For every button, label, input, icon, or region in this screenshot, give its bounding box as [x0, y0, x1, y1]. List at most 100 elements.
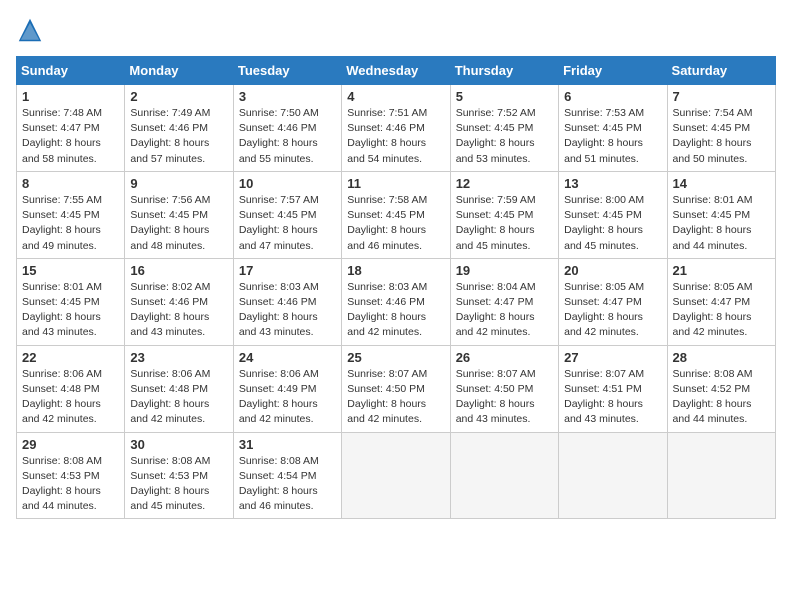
day-number: 25: [347, 350, 444, 365]
day-number: 26: [456, 350, 553, 365]
col-header-wednesday: Wednesday: [342, 57, 450, 85]
day-number: 24: [239, 350, 336, 365]
calendar-cell: 17 Sunrise: 8:03 AMSunset: 4:46 PMDayligh…: [233, 258, 341, 345]
day-number: 12: [456, 176, 553, 191]
calendar-cell: 26 Sunrise: 8:07 AMSunset: 4:50 PMDayligh…: [450, 345, 558, 432]
calendar-cell: [559, 432, 667, 519]
day-number: 14: [673, 176, 770, 191]
calendar-cell: 25 Sunrise: 8:07 AMSunset: 4:50 PMDayligh…: [342, 345, 450, 432]
cell-info: Sunrise: 8:07 AMSunset: 4:51 PMDaylight:…: [564, 367, 661, 428]
day-number: 8: [22, 176, 119, 191]
cell-info: Sunrise: 7:59 AMSunset: 4:45 PMDaylight:…: [456, 193, 553, 254]
week-row-5: 29 Sunrise: 8:08 AMSunset: 4:53 PMDayligh…: [17, 432, 776, 519]
calendar-cell: 9Sunrise: 7:56 AMSunset: 4:45 PMDaylight…: [125, 171, 233, 258]
calendar-cell: 31 Sunrise: 8:08 AMSunset: 4:54 PMDayligh…: [233, 432, 341, 519]
day-number: 29: [22, 437, 119, 452]
cell-info: Sunrise: 7:55 AMSunset: 4:45 PMDaylight:…: [22, 193, 119, 254]
calendar-table: SundayMondayTuesdayWednesdayThursdayFrid…: [16, 56, 776, 519]
cell-info: Sunrise: 8:04 AMSunset: 4:47 PMDaylight:…: [456, 280, 553, 341]
day-number: 23: [130, 350, 227, 365]
day-number: 10: [239, 176, 336, 191]
calendar-cell: 11 Sunrise: 7:58 AMSunset: 4:45 PMDayligh…: [342, 171, 450, 258]
day-number: 30: [130, 437, 227, 452]
cell-info: Sunrise: 7:56 AMSunset: 4:45 PMDaylight:…: [130, 193, 227, 254]
calendar-cell: 1 Sunrise: 7:48 AMSunset: 4:47 PMDaylight…: [17, 85, 125, 172]
cell-info: Sunrise: 7:49 AMSunset: 4:46 PMDaylight:…: [130, 106, 227, 167]
calendar-cell: 3 Sunrise: 7:50 AMSunset: 4:46 PMDaylight…: [233, 85, 341, 172]
logo: [16, 16, 48, 44]
calendar-cell: 22 Sunrise: 8:06 AMSunset: 4:48 PMDayligh…: [17, 345, 125, 432]
calendar-cell: [342, 432, 450, 519]
day-number: 16: [130, 263, 227, 278]
cell-info: Sunrise: 8:03 AMSunset: 4:46 PMDaylight:…: [239, 280, 336, 341]
cell-info: Sunrise: 7:54 AMSunset: 4:45 PMDaylight:…: [673, 106, 770, 167]
col-header-sunday: Sunday: [17, 57, 125, 85]
day-number: 22: [22, 350, 119, 365]
cell-info: Sunrise: 8:07 AMSunset: 4:50 PMDaylight:…: [456, 367, 553, 428]
week-row-1: 1 Sunrise: 7:48 AMSunset: 4:47 PMDaylight…: [17, 85, 776, 172]
calendar-cell: 8 Sunrise: 7:55 AMSunset: 4:45 PMDaylight…: [17, 171, 125, 258]
day-number: 27: [564, 350, 661, 365]
calendar-cell: 21 Sunrise: 8:05 AMSunset: 4:47 PMDayligh…: [667, 258, 775, 345]
cell-info: Sunrise: 8:00 AMSunset: 4:45 PMDaylight:…: [564, 193, 661, 254]
day-number: 28: [673, 350, 770, 365]
calendar-cell: 4Sunrise: 7:51 AMSunset: 4:46 PMDaylight…: [342, 85, 450, 172]
cell-info: Sunrise: 7:57 AMSunset: 4:45 PMDaylight:…: [239, 193, 336, 254]
calendar-cell: 28Sunrise: 8:08 AMSunset: 4:52 PMDayligh…: [667, 345, 775, 432]
cell-info: Sunrise: 7:53 AMSunset: 4:45 PMDaylight:…: [564, 106, 661, 167]
calendar-cell: 2 Sunrise: 7:49 AMSunset: 4:46 PMDaylight…: [125, 85, 233, 172]
day-number: 2: [130, 89, 227, 104]
calendar-cell: [450, 432, 558, 519]
cell-info: Sunrise: 8:02 AMSunset: 4:46 PMDaylight:…: [130, 280, 227, 341]
calendar-cell: 18Sunrise: 8:03 AMSunset: 4:46 PMDayligh…: [342, 258, 450, 345]
day-number: 19: [456, 263, 553, 278]
calendar-cell: 27 Sunrise: 8:07 AMSunset: 4:51 PMDayligh…: [559, 345, 667, 432]
calendar-cell: 29 Sunrise: 8:08 AMSunset: 4:53 PMDayligh…: [17, 432, 125, 519]
calendar-cell: 30 Sunrise: 8:08 AMSunset: 4:53 PMDayligh…: [125, 432, 233, 519]
cell-info: Sunrise: 7:52 AMSunset: 4:45 PMDaylight:…: [456, 106, 553, 167]
week-row-2: 8 Sunrise: 7:55 AMSunset: 4:45 PMDaylight…: [17, 171, 776, 258]
day-number: 4: [347, 89, 444, 104]
calendar-cell: 23 Sunrise: 8:06 AMSunset: 4:48 PMDayligh…: [125, 345, 233, 432]
day-number: 6: [564, 89, 661, 104]
header-row: SundayMondayTuesdayWednesdayThursdayFrid…: [17, 57, 776, 85]
cell-info: Sunrise: 8:06 AMSunset: 4:48 PMDaylight:…: [130, 367, 227, 428]
cell-info: Sunrise: 7:50 AMSunset: 4:46 PMDaylight:…: [239, 106, 336, 167]
cell-info: Sunrise: 8:08 AMSunset: 4:53 PMDaylight:…: [22, 454, 119, 515]
calendar-cell: 5 Sunrise: 7:52 AMSunset: 4:45 PMDaylight…: [450, 85, 558, 172]
day-number: 31: [239, 437, 336, 452]
cell-info: Sunrise: 8:05 AMSunset: 4:47 PMDaylight:…: [673, 280, 770, 341]
logo-icon: [16, 16, 44, 44]
day-number: 1: [22, 89, 119, 104]
cell-info: Sunrise: 8:01 AMSunset: 4:45 PMDaylight:…: [22, 280, 119, 341]
day-number: 15: [22, 263, 119, 278]
cell-info: Sunrise: 8:08 AMSunset: 4:54 PMDaylight:…: [239, 454, 336, 515]
col-header-saturday: Saturday: [667, 57, 775, 85]
calendar-cell: 14 Sunrise: 8:01 AMSunset: 4:45 PMDayligh…: [667, 171, 775, 258]
cell-info: Sunrise: 8:06 AMSunset: 4:48 PMDaylight:…: [22, 367, 119, 428]
day-number: 21: [673, 263, 770, 278]
day-number: 7: [673, 89, 770, 104]
col-header-thursday: Thursday: [450, 57, 558, 85]
calendar-cell: 12 Sunrise: 7:59 AMSunset: 4:45 PMDayligh…: [450, 171, 558, 258]
cell-info: Sunrise: 8:01 AMSunset: 4:45 PMDaylight:…: [673, 193, 770, 254]
week-row-4: 22 Sunrise: 8:06 AMSunset: 4:48 PMDayligh…: [17, 345, 776, 432]
day-number: 11: [347, 176, 444, 191]
week-row-3: 15 Sunrise: 8:01 AMSunset: 4:45 PMDayligh…: [17, 258, 776, 345]
cell-info: Sunrise: 8:06 AMSunset: 4:49 PMDaylight:…: [239, 367, 336, 428]
day-number: 20: [564, 263, 661, 278]
cell-info: Sunrise: 7:48 AMSunset: 4:47 PMDaylight:…: [22, 106, 119, 167]
day-number: 17: [239, 263, 336, 278]
cell-info: Sunrise: 8:07 AMSunset: 4:50 PMDaylight:…: [347, 367, 444, 428]
calendar-cell: 13 Sunrise: 8:00 AMSunset: 4:45 PMDayligh…: [559, 171, 667, 258]
day-number: 5: [456, 89, 553, 104]
day-number: 13: [564, 176, 661, 191]
day-number: 3: [239, 89, 336, 104]
calendar-cell: 15 Sunrise: 8:01 AMSunset: 4:45 PMDayligh…: [17, 258, 125, 345]
cell-info: Sunrise: 7:58 AMSunset: 4:45 PMDaylight:…: [347, 193, 444, 254]
col-header-tuesday: Tuesday: [233, 57, 341, 85]
day-number: 18: [347, 263, 444, 278]
calendar-cell: 20Sunrise: 8:05 AMSunset: 4:47 PMDayligh…: [559, 258, 667, 345]
calendar-cell: [667, 432, 775, 519]
cell-info: Sunrise: 8:08 AMSunset: 4:53 PMDaylight:…: [130, 454, 227, 515]
